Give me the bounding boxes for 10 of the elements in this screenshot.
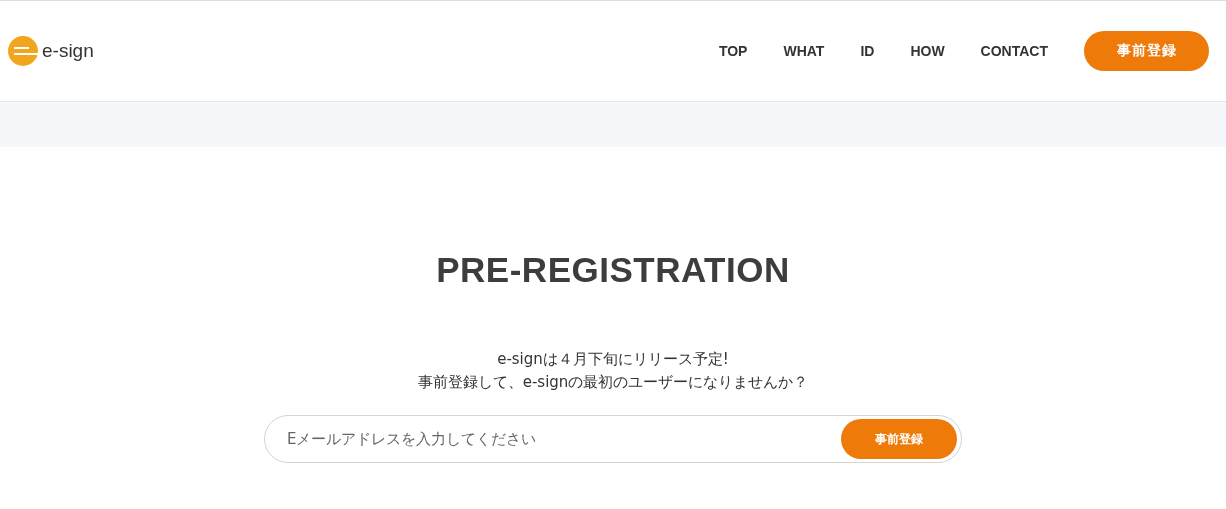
nav-link[interactable]: TOP bbox=[718, 43, 748, 59]
nav-link[interactable]: HOW bbox=[910, 43, 945, 59]
nav-link[interactable]: CONTACT bbox=[980, 43, 1048, 59]
section-title: PRE-REGISTRATION bbox=[436, 250, 790, 290]
logo-text: e-sign bbox=[42, 40, 94, 62]
intro-text: e-signは４月下旬にリリース予定! bbox=[497, 350, 729, 369]
nav-link[interactable]: WHAT bbox=[783, 43, 825, 59]
intro-text: 事前登録して、e-signの最初のユーザーになりませんか？ bbox=[417, 373, 809, 392]
logo-icon bbox=[8, 36, 38, 66]
nav-link[interactable]: ID bbox=[860, 43, 875, 59]
